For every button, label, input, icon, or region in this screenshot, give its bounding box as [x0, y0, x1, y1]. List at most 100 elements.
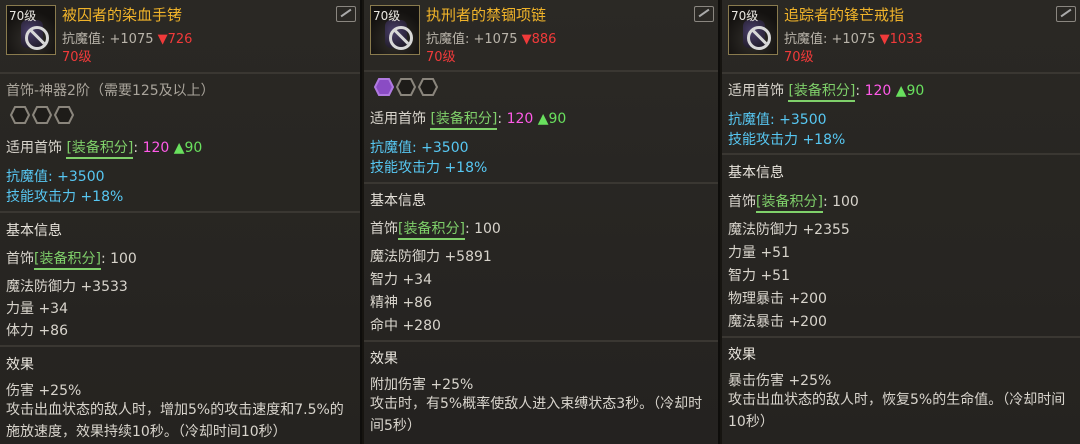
section-basic: 基本信息 — [6, 223, 62, 239]
item-title: 追踪者的锋芒戒指 — [784, 6, 905, 24]
item-tooltip-ring: 70级 追踪者的锋芒戒指 抗魔值: +1075 ▼1033 70级 适用首饰 [… — [722, 0, 1080, 444]
stat-compare: 抗魔值: +1075 ▼1033 — [784, 28, 923, 47]
divider — [364, 70, 718, 72]
divider — [0, 72, 360, 74]
attr-line: 精神 +86 — [370, 295, 432, 311]
level-badge: 70级 — [731, 9, 759, 23]
item-thumbnail[interactable]: 70级 — [6, 5, 56, 55]
ban-icon — [25, 26, 49, 50]
score-line: 适用首饰 [装备积分]: 120 ▲90 — [370, 108, 567, 130]
item-title: 执刑者的禁锢项链 — [426, 6, 547, 24]
divider — [722, 72, 1080, 74]
divider — [0, 345, 360, 347]
basic-score-line: 首饰[装备积分]: 100 — [728, 191, 859, 213]
socket-hex-icon — [32, 106, 52, 124]
tooltip-header: 70级 被囚者的染血手铐 抗魔值: +1075 ▼726 70级 — [0, 0, 360, 70]
item-thumbnail[interactable]: 70级 — [370, 5, 420, 55]
tooltip-comparison: 70级 被囚者的染血手铐 抗魔值: +1075 ▼726 70级 首饰-神器2阶… — [0, 0, 1080, 444]
socket-hex-icon — [418, 78, 438, 96]
effect-desc: 攻击出血状态的敌人时，增加5%的攻击速度和7.5%的施放速度，效果持续10秒。（… — [6, 402, 344, 440]
stat-compare: 抗魔值: +1075 ▼886 — [426, 28, 556, 47]
socket-row — [10, 106, 74, 128]
score-value: 120 — [506, 111, 534, 127]
score-value: 120 — [142, 140, 170, 156]
attr-line: 魔法暴击 +200 — [728, 314, 827, 330]
section-basic: 基本信息 — [728, 165, 784, 181]
stat-label: 抗魔值: +1075 — [426, 32, 518, 47]
score-line: 适用首饰 [装备积分]: 120 ▲90 — [6, 137, 203, 159]
divider — [722, 336, 1080, 338]
score-value: 120 — [864, 83, 892, 99]
bonus-line: 技能攻击力 +18% — [728, 132, 846, 148]
score-tag: [装备积分] — [398, 221, 465, 240]
attr-line: 魔法防御力 +5891 — [370, 249, 492, 265]
attr-line: 体力 +86 — [6, 323, 68, 339]
bonus-line: 抗魔值: +3500 — [370, 140, 469, 156]
stat-label: 抗魔值: +1075 — [62, 32, 154, 47]
score-up: ▲90 — [895, 83, 925, 99]
attr-line: 智力 +34 — [370, 272, 432, 288]
item-tooltip-necklace: 70级 执刑者的禁锢项链 抗魔值: +1075 ▼886 70级 适用首饰 [装… — [364, 0, 720, 444]
score-up: ▲90 — [173, 140, 203, 156]
score-tag: [装备积分] — [756, 194, 823, 213]
item-tooltip-bracelet: 70级 被囚者的染血手铐 抗魔值: +1075 ▼726 70级 首饰-神器2阶… — [0, 0, 362, 444]
compare-icon[interactable] — [1056, 6, 1076, 22]
divider — [0, 211, 360, 213]
attr-line: 智力 +51 — [728, 268, 790, 284]
socket-hex-filled-icon — [374, 78, 394, 96]
divider — [364, 182, 718, 184]
level-text: 70级 — [784, 50, 814, 65]
bonus-line: 抗魔值: +3500 — [728, 112, 827, 128]
score-up: ▲90 — [537, 111, 567, 127]
stat-down: ▼1033 — [879, 32, 923, 47]
level-badge: 70级 — [373, 9, 401, 23]
section-basic: 基本信息 — [370, 193, 426, 209]
score-tag: [装备积分] — [34, 251, 101, 270]
attr-line: 命中 +280 — [370, 318, 441, 334]
stat-down: ▼726 — [157, 32, 193, 47]
score-tag: [装备积分] — [66, 140, 134, 159]
attr-line: 物理暴击 +200 — [728, 291, 827, 307]
score-tag: [装备积分] — [788, 83, 856, 102]
effect-line: 暴击伤害 +25% — [728, 373, 832, 389]
effect-line: 伤害 +25% — [6, 383, 82, 399]
bonus-line: 技能攻击力 +18% — [370, 160, 488, 176]
ban-icon — [747, 26, 771, 50]
attr-line: 力量 +34 — [6, 301, 68, 317]
bonus-line: 技能攻击力 +18% — [6, 189, 124, 205]
bonus-line: 抗魔值: +3500 — [6, 169, 105, 185]
attr-line: 魔法防御力 +2355 — [728, 222, 850, 238]
section-effect: 效果 — [6, 357, 34, 373]
stat-down: ▼886 — [521, 32, 557, 47]
socket-hex-icon — [396, 78, 416, 96]
tooltip-header: 70级 执刑者的禁锢项链 抗魔值: +1075 ▼886 70级 — [364, 0, 718, 70]
ban-icon — [389, 26, 413, 50]
level-text: 70级 — [426, 50, 456, 65]
basic-score-line: 首饰[装备积分]: 100 — [6, 248, 137, 270]
slot-label: 适用首饰 — [728, 83, 784, 99]
level-text: 70级 — [62, 50, 92, 65]
level-badge: 70级 — [9, 9, 37, 23]
effect-line: 附加伤害 +25% — [370, 377, 474, 393]
socket-row — [374, 78, 438, 100]
item-thumbnail[interactable]: 70级 — [728, 5, 778, 55]
effect-desc: 攻击出血状态的敌人时，恢复5%的生命值。（冷却时间10秒） — [728, 392, 1066, 430]
slot-label: 适用首饰 — [6, 140, 62, 156]
slot-label: 适用首饰 — [370, 111, 426, 127]
attr-line: 力量 +51 — [728, 245, 790, 261]
divider — [722, 153, 1080, 155]
basic-score-line: 首饰[装备积分]: 100 — [370, 218, 501, 240]
tooltip-header: 70级 追踪者的锋芒戒指 抗魔值: +1075 ▼1033 70级 — [722, 0, 1080, 70]
socket-hex-icon — [10, 106, 30, 124]
compare-icon[interactable] — [694, 6, 714, 22]
divider — [364, 340, 718, 342]
socket-hex-icon — [54, 106, 74, 124]
effect-desc: 攻击时，有5%概率使敌人进入束缚状态3秒。（冷却时间5秒） — [370, 396, 703, 434]
stat-label: 抗魔值: +1075 — [784, 32, 876, 47]
compare-icon[interactable] — [336, 6, 356, 22]
stat-compare: 抗魔值: +1075 ▼726 — [62, 28, 192, 47]
item-title: 被囚者的染血手铐 — [62, 6, 183, 24]
attr-line: 魔法防御力 +3533 — [6, 279, 128, 295]
score-tag: [装备积分] — [430, 111, 498, 130]
section-effect: 效果 — [728, 347, 756, 363]
